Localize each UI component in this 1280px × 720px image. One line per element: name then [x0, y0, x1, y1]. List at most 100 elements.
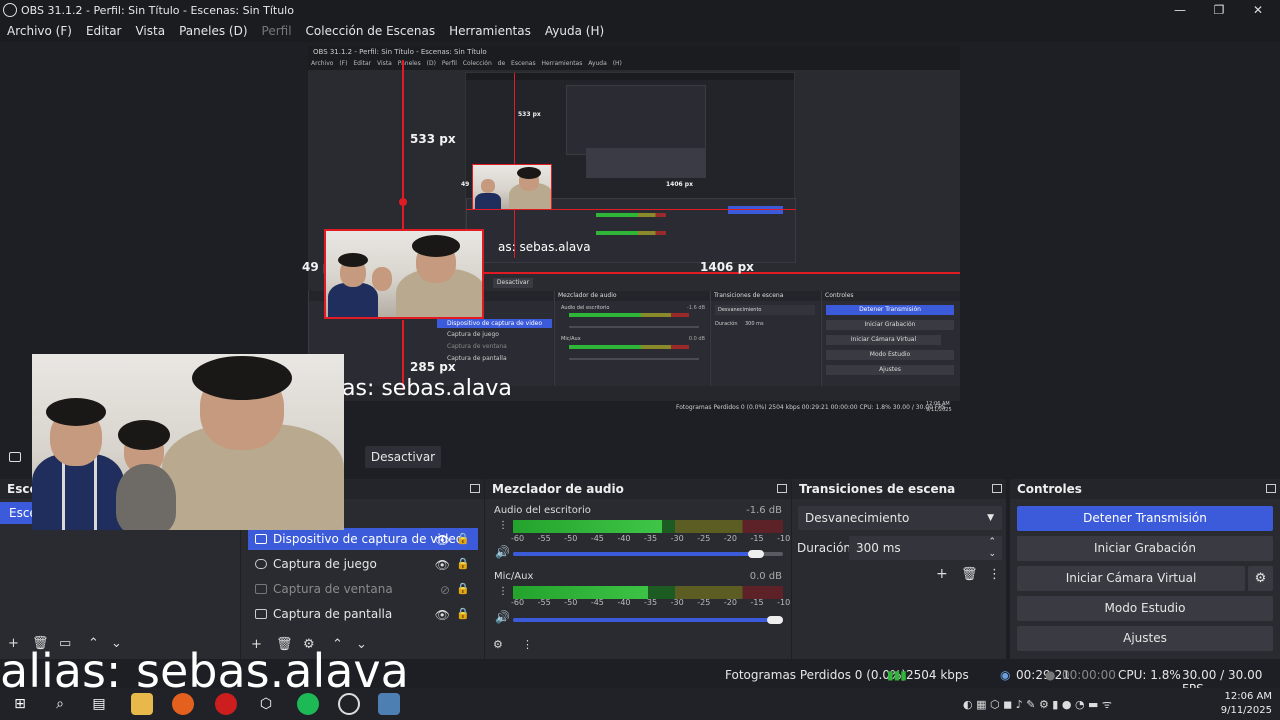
nested-deactivate: Desactivar: [493, 278, 533, 288]
minimize-button[interactable]: —: [1160, 0, 1200, 20]
chevron-down-icon[interactable]: ⌄: [988, 542, 996, 566]
menu-ayuda[interactable]: Ayuda (H): [545, 24, 604, 38]
spotify-icon[interactable]: [297, 693, 319, 715]
meter-ticks: -60 -55 -50 -45 -40 -35 -30 -25 -20 -15 …: [511, 598, 831, 607]
speaker-icon[interactable]: 🔊: [495, 545, 510, 559]
bitrate: 2504 kbps: [906, 668, 969, 682]
opera-icon[interactable]: [215, 693, 237, 715]
title-bar: OBS 31.1.2 - Perfil: Sin Título - Escena…: [0, 0, 1280, 20]
transition-selected: Desvanecimiento: [805, 511, 910, 525]
lock-icon[interactable]: 🔒: [456, 607, 470, 620]
unity-icon[interactable]: ⬡: [255, 693, 277, 715]
source-label: Captura de juego: [273, 557, 377, 571]
transition-select[interactable]: Desvanecimiento ▼: [798, 506, 1002, 530]
nested-window-title: OBS 31.1.2 - Perfil: Sin Título - Escena…: [308, 46, 960, 58]
source-item-video-capture[interactable]: Dispositivo de captura de video 👁 🔒: [248, 528, 478, 550]
nested-menu-bar: Archivo (F) Editar Vista Paneles (D) Per…: [308, 58, 960, 70]
signal-icon: ▮▮▮: [887, 668, 907, 682]
mixer-title: Mezclador de audio: [485, 479, 791, 499]
duration-value: 300 ms: [856, 541, 901, 555]
transition-menu-icon[interactable]: ⋮: [988, 567, 1001, 582]
duration-spinbox[interactable]: 300 ms ⌃ ⌄: [849, 536, 1002, 560]
menu-paneles[interactable]: Paneles (D): [179, 24, 247, 38]
restore-button[interactable]: ❐: [1199, 0, 1239, 20]
desktop-volume-fill: [513, 552, 765, 556]
obs-taskbar-icon[interactable]: [338, 693, 360, 715]
advanced-audio-icon[interactable]: ⚙: [493, 638, 503, 651]
media-app-icon[interactable]: [378, 693, 400, 715]
dropped-frames: Fotogramas Perdidos 0 (0.0%): [725, 668, 907, 682]
eye-icon[interactable]: 👁: [435, 533, 450, 547]
nested-controls-title: Controles: [822, 291, 960, 301]
settings-button[interactable]: Ajustes: [1017, 626, 1273, 651]
add-transition-icon[interactable]: +: [936, 566, 948, 582]
nested-settings: Ajustes: [826, 365, 954, 375]
browser-icon[interactable]: [172, 693, 194, 715]
nested-vcam: Iniciar Cámara Virtual: [826, 335, 941, 345]
eye-icon[interactable]: 👁: [435, 608, 450, 622]
nested-transitions-title: Transiciones de escena: [711, 291, 820, 301]
meter-ticks: -60 -55 -50 -45 -40 -35 -30 -25 -20 -15 …: [511, 534, 831, 543]
source-item-window-capture[interactable]: Captura de ventana ⊘ 🔒: [248, 578, 478, 600]
stop-streaming-button[interactable]: Detener Transmisión: [1017, 506, 1273, 531]
source-label: Captura de pantalla: [273, 607, 393, 621]
kebab-menu-icon[interactable]: ⋮: [498, 520, 508, 531]
nested-measure-right: 1406 px: [666, 181, 693, 188]
deactivate-button[interactable]: Desactivar: [365, 446, 441, 468]
lock-icon[interactable]: 🔒: [456, 582, 470, 595]
nested-measure-top: 533 px: [518, 111, 541, 118]
windows-start-icon[interactable]: ⊞: [9, 693, 31, 715]
measure-right-label: 1406 px: [700, 260, 754, 274]
desktop-volume-knob[interactable]: [748, 550, 765, 558]
desktop-audio-meter: [513, 520, 783, 533]
menu-herramientas[interactable]: Herramientas: [449, 24, 531, 38]
nested-panel: [586, 148, 706, 178]
record-icon: ●: [1045, 668, 1056, 682]
nested-duration-label: Duración: [715, 321, 738, 327]
selected-webcam-source[interactable]: [324, 229, 484, 319]
remove-transition-icon[interactable]: 🗑: [961, 567, 978, 582]
menu-vista[interactable]: Vista: [135, 24, 165, 38]
eye-hidden-icon[interactable]: ⊘: [440, 583, 450, 597]
float-dock-icon[interactable]: [1266, 484, 1276, 493]
menu-coleccion[interactable]: Colección de Escenas: [306, 24, 436, 38]
speaker-icon[interactable]: 🔊: [495, 610, 510, 624]
nested-transitions-panel: Transiciones de escena Desvanecimiento D…: [710, 291, 820, 386]
system-clock[interactable]: 12:06 AM 9/11/2025: [1221, 690, 1272, 718]
close-button[interactable]: ✕: [1238, 0, 1278, 20]
studio-mode-button[interactable]: Modo Estudio: [1017, 596, 1273, 621]
lock-icon[interactable]: 🔒: [456, 532, 470, 545]
start-recording-button[interactable]: Iniciar Grabación: [1017, 536, 1273, 561]
virtual-camera-settings-icon[interactable]: ⚙: [1248, 566, 1273, 591]
nested-status-text: Fotogramas Perdidos 0 (0.0%) 2504 kbps 0…: [676, 404, 946, 411]
search-icon[interactable]: ⌕: [49, 693, 71, 715]
nested-studio: Modo Estudio: [826, 350, 954, 360]
tray-icons[interactable]: ◐ ▦ ⬡ ◼ ♪ ✎ ⚙ ▮ ● ◔ ▬ ᯤ: [963, 697, 1112, 712]
nested-slider-mic: [569, 358, 699, 360]
clock-date: 9/11/2025: [1220, 705, 1272, 716]
nested-fade-select: Desvanecimiento: [715, 305, 815, 315]
nested-mixer-panel: Mezclador de audio Audio del escritorio …: [554, 291, 709, 386]
nested-meter: [596, 231, 666, 235]
eye-icon[interactable]: 👁: [435, 558, 450, 572]
float-dock-icon[interactable]: [470, 484, 480, 493]
source-item-screen-capture[interactable]: Captura de pantalla 👁 🔒: [248, 603, 478, 625]
nested-meter-desk: [569, 313, 689, 317]
start-virtual-camera-button[interactable]: Iniciar Cámara Virtual: [1017, 566, 1245, 591]
source-item-game-capture[interactable]: Captura de juego 👁 🔒: [248, 553, 478, 575]
nested-panel: [566, 85, 706, 155]
menu-perfil[interactable]: Perfil: [262, 24, 292, 38]
mic-volume-knob[interactable]: [767, 616, 783, 624]
menu-archivo[interactable]: Archivo (F): [7, 24, 72, 38]
windows-taskbar: ⊞ ⌕ ▤ ⬡ ◐ ▦ ⬡ ◼ ♪ ✎ ⚙ ▮ ● ◔ ▬ ᯤ 12:06 AM…: [0, 688, 1280, 720]
float-dock-icon[interactable]: [992, 484, 1002, 493]
kebab-menu-icon[interactable]: ⋮: [498, 586, 508, 597]
transform-handle[interactable]: [399, 198, 407, 206]
lock-icon[interactable]: 🔒: [456, 557, 470, 570]
menu-editar[interactable]: Editar: [86, 24, 122, 38]
task-view-icon[interactable]: ▤: [88, 693, 110, 715]
float-dock-icon[interactable]: [777, 484, 787, 493]
file-explorer-icon[interactable]: [131, 693, 153, 715]
duration-label: Duración: [797, 541, 852, 555]
mixer-menu-icon[interactable]: ⋮: [522, 638, 533, 651]
